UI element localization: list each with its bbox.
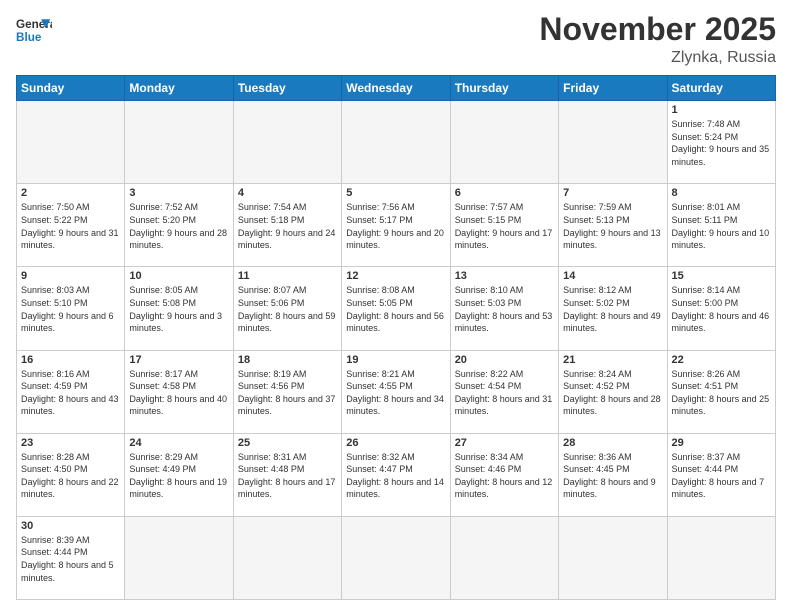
table-row: 1 Sunrise: 7:48 AMSunset: 5:24 PMDayligh…	[17, 101, 776, 184]
day-2: 2 Sunrise: 7:50 AMSunset: 5:22 PMDayligh…	[17, 184, 125, 267]
logo: General Blue	[16, 12, 52, 48]
empty-cell	[233, 101, 341, 184]
empty-cell	[450, 516, 558, 599]
day-20: 20 Sunrise: 8:22 AMSunset: 4:54 PMDaylig…	[450, 350, 558, 433]
day-8: 8 Sunrise: 8:01 AMSunset: 5:11 PMDayligh…	[667, 184, 775, 267]
day-3: 3 Sunrise: 7:52 AMSunset: 5:20 PMDayligh…	[125, 184, 233, 267]
empty-cell	[559, 101, 667, 184]
table-row: 2 Sunrise: 7:50 AMSunset: 5:22 PMDayligh…	[17, 184, 776, 267]
day-6: 6 Sunrise: 7:57 AMSunset: 5:15 PMDayligh…	[450, 184, 558, 267]
day-11: 11 Sunrise: 8:07 AMSunset: 5:06 PMDaylig…	[233, 267, 341, 350]
empty-cell	[342, 516, 450, 599]
title-block: November 2025 Zlynka, Russia	[539, 12, 776, 67]
col-friday: Friday	[559, 76, 667, 101]
day-9: 9 Sunrise: 8:03 AMSunset: 5:10 PMDayligh…	[17, 267, 125, 350]
day-1: 1 Sunrise: 7:48 AMSunset: 5:24 PMDayligh…	[667, 101, 775, 184]
col-wednesday: Wednesday	[342, 76, 450, 101]
logo-icon: General Blue	[16, 12, 52, 48]
day-18: 18 Sunrise: 8:19 AMSunset: 4:56 PMDaylig…	[233, 350, 341, 433]
empty-cell	[17, 101, 125, 184]
month-title: November 2025	[539, 12, 776, 47]
day-24: 24 Sunrise: 8:29 AMSunset: 4:49 PMDaylig…	[125, 433, 233, 516]
table-row: 9 Sunrise: 8:03 AMSunset: 5:10 PMDayligh…	[17, 267, 776, 350]
day-23: 23 Sunrise: 8:28 AMSunset: 4:50 PMDaylig…	[17, 433, 125, 516]
col-sunday: Sunday	[17, 76, 125, 101]
day-14: 14 Sunrise: 8:12 AMSunset: 5:02 PMDaylig…	[559, 267, 667, 350]
day-26: 26 Sunrise: 8:32 AMSunset: 4:47 PMDaylig…	[342, 433, 450, 516]
day-16: 16 Sunrise: 8:16 AMSunset: 4:59 PMDaylig…	[17, 350, 125, 433]
empty-cell	[667, 516, 775, 599]
day-27: 27 Sunrise: 8:34 AMSunset: 4:46 PMDaylig…	[450, 433, 558, 516]
empty-cell	[125, 516, 233, 599]
table-row: 16 Sunrise: 8:16 AMSunset: 4:59 PMDaylig…	[17, 350, 776, 433]
empty-cell	[342, 101, 450, 184]
day-22: 22 Sunrise: 8:26 AMSunset: 4:51 PMDaylig…	[667, 350, 775, 433]
page: General Blue November 2025 Zlynka, Russi…	[0, 0, 792, 612]
day-28: 28 Sunrise: 8:36 AMSunset: 4:45 PMDaylig…	[559, 433, 667, 516]
table-row: 30 Sunrise: 8:39 AMSunset: 4:44 PMDaylig…	[17, 516, 776, 599]
location: Zlynka, Russia	[539, 49, 776, 67]
day-7: 7 Sunrise: 7:59 AMSunset: 5:13 PMDayligh…	[559, 184, 667, 267]
day-25: 25 Sunrise: 8:31 AMSunset: 4:48 PMDaylig…	[233, 433, 341, 516]
day-12: 12 Sunrise: 8:08 AMSunset: 5:05 PMDaylig…	[342, 267, 450, 350]
header: General Blue November 2025 Zlynka, Russi…	[16, 12, 776, 67]
day-30: 30 Sunrise: 8:39 AMSunset: 4:44 PMDaylig…	[17, 516, 125, 599]
day-13: 13 Sunrise: 8:10 AMSunset: 5:03 PMDaylig…	[450, 267, 558, 350]
day-4: 4 Sunrise: 7:54 AMSunset: 5:18 PMDayligh…	[233, 184, 341, 267]
empty-cell	[559, 516, 667, 599]
day-17: 17 Sunrise: 8:17 AMSunset: 4:58 PMDaylig…	[125, 350, 233, 433]
svg-text:Blue: Blue	[16, 31, 42, 44]
col-tuesday: Tuesday	[233, 76, 341, 101]
day-21: 21 Sunrise: 8:24 AMSunset: 4:52 PMDaylig…	[559, 350, 667, 433]
col-thursday: Thursday	[450, 76, 558, 101]
calendar-table: Sunday Monday Tuesday Wednesday Thursday…	[16, 75, 776, 600]
empty-cell	[450, 101, 558, 184]
col-monday: Monday	[125, 76, 233, 101]
empty-cell	[233, 516, 341, 599]
day-29: 29 Sunrise: 8:37 AMSunset: 4:44 PMDaylig…	[667, 433, 775, 516]
day-10: 10 Sunrise: 8:05 AMSunset: 5:08 PMDaylig…	[125, 267, 233, 350]
table-row: 23 Sunrise: 8:28 AMSunset: 4:50 PMDaylig…	[17, 433, 776, 516]
day-15: 15 Sunrise: 8:14 AMSunset: 5:00 PMDaylig…	[667, 267, 775, 350]
empty-cell	[125, 101, 233, 184]
col-saturday: Saturday	[667, 76, 775, 101]
day-5: 5 Sunrise: 7:56 AMSunset: 5:17 PMDayligh…	[342, 184, 450, 267]
day-19: 19 Sunrise: 8:21 AMSunset: 4:55 PMDaylig…	[342, 350, 450, 433]
